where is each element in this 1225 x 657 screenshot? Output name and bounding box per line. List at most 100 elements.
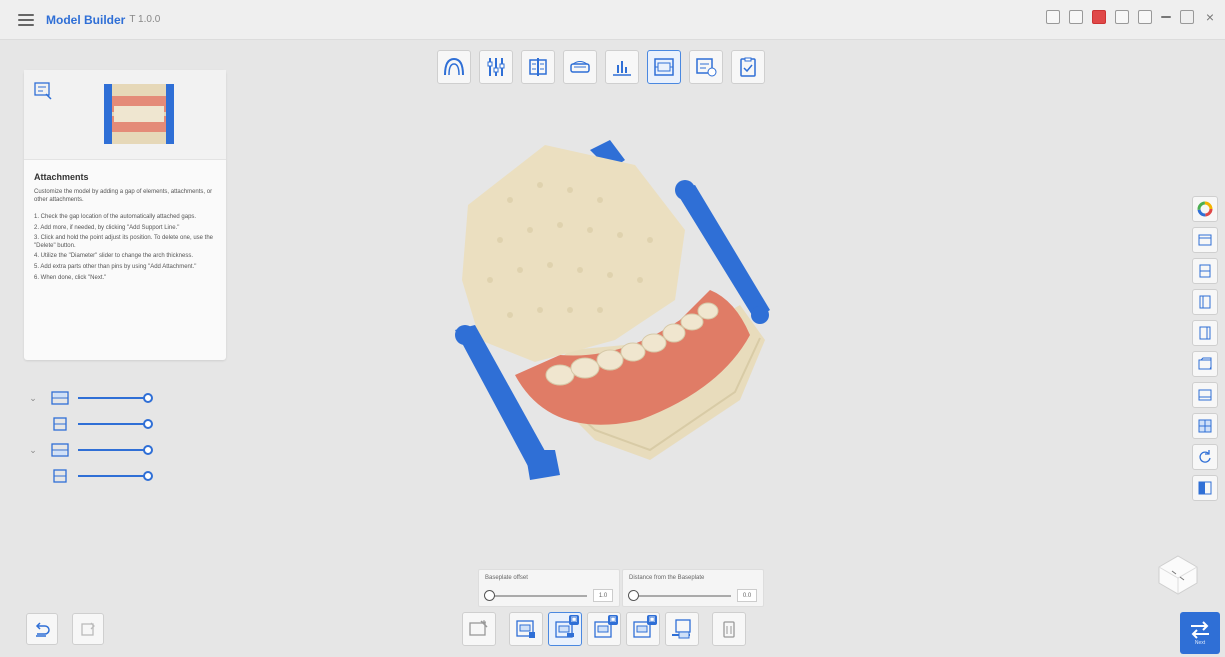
- chevron-down-icon[interactable]: ⌄: [26, 445, 40, 456]
- reset-view-button[interactable]: [1192, 444, 1218, 470]
- distance-value[interactable]: 0.0: [737, 589, 757, 602]
- connector-button[interactable]: [665, 612, 699, 646]
- view-front-icon: [1199, 264, 1211, 278]
- baseplate-offset-slider[interactable]: [489, 595, 587, 597]
- menu-icon[interactable]: [18, 13, 34, 26]
- lower-base-row: [26, 463, 166, 489]
- 3d-dental-model[interactable]: [420, 130, 800, 490]
- guide-preview: [24, 70, 226, 160]
- lower-base-opacity-slider[interactable]: [78, 471, 153, 481]
- help-icon[interactable]: [1138, 10, 1152, 24]
- upper-base-opacity-slider[interactable]: [78, 419, 153, 429]
- slider-handle[interactable]: [484, 590, 495, 601]
- guide-step: 6. When done, click "Next.": [34, 274, 107, 281]
- redo-icon: [81, 622, 95, 636]
- baseplate-offset-value[interactable]: 1.0: [593, 589, 613, 602]
- trim-step-button[interactable]: [521, 50, 555, 84]
- slider-handle[interactable]: [143, 471, 153, 481]
- base-icon: [570, 61, 590, 73]
- baseplate-offset-control: Baseplate offset 1.0: [478, 569, 620, 607]
- guide-panel: Attachments Customize the model by addin…: [24, 70, 226, 360]
- distance-control: Distance from the Baseplate 0.0: [622, 569, 764, 607]
- adjust-icon: [487, 58, 505, 76]
- attachments-preview-image: [84, 82, 192, 146]
- attachments-step-button[interactable]: [647, 50, 681, 84]
- view-top-icon: [1198, 234, 1212, 246]
- guide-step: 1. Check the gap location of the automat…: [34, 214, 197, 220]
- transparency-button[interactable]: [1192, 475, 1218, 501]
- baseplate-offset-label: Baseplate offset: [485, 575, 528, 581]
- arch-step-button[interactable]: [437, 50, 471, 84]
- slider-handle[interactable]: [143, 419, 153, 429]
- color-button[interactable]: [1192, 196, 1218, 222]
- view-back-button[interactable]: [1192, 351, 1218, 377]
- close-icon[interactable]: ×: [1203, 10, 1217, 24]
- chevron-down-icon[interactable]: ⌄: [26, 393, 40, 404]
- attachment-type-4-button[interactable]: ▣: [626, 612, 660, 646]
- attachment-type-2-button[interactable]: ▣: [548, 612, 582, 646]
- add-attachment-button[interactable]: [462, 612, 496, 646]
- lower-base-icon[interactable]: [50, 468, 70, 484]
- next-arrows-icon: [1191, 620, 1209, 639]
- attachment-badge: ▣: [647, 615, 657, 625]
- color-wheel-icon: [1197, 201, 1213, 217]
- base-step-button[interactable]: [563, 50, 597, 84]
- upper-model[interactable]: [462, 145, 685, 362]
- collapse-guide-icon[interactable]: [34, 82, 54, 100]
- guide-steps: 1. Check the gap location of the automat…: [34, 214, 220, 282]
- view-left-button[interactable]: [1192, 289, 1218, 315]
- next-button[interactable]: Next: [1180, 612, 1220, 654]
- attachment-type-1-icon: [516, 620, 535, 638]
- trim-icon: [529, 58, 547, 76]
- undo-button[interactable]: [26, 613, 58, 645]
- split-view-button[interactable]: [1192, 413, 1218, 439]
- view-bottom-icon: [1198, 389, 1212, 401]
- layout-icon[interactable]: [1069, 10, 1083, 24]
- upper-base-icon[interactable]: [50, 416, 70, 432]
- attachment-type-1-button[interactable]: [509, 612, 543, 646]
- align-step-button[interactable]: [479, 50, 513, 84]
- view-front-button[interactable]: [1192, 258, 1218, 284]
- trash-icon: [723, 621, 735, 638]
- guide-description: Customize the model by adding a gap of e…: [34, 189, 213, 203]
- slider-handle[interactable]: [628, 590, 639, 601]
- distance-slider[interactable]: [633, 595, 731, 597]
- finish-step-button[interactable]: [731, 50, 765, 84]
- view-cube[interactable]: [1156, 553, 1200, 597]
- height-step-button[interactable]: [605, 50, 639, 84]
- slider-handle[interactable]: [143, 393, 153, 403]
- delete-button[interactable]: [712, 612, 746, 646]
- view-right-button[interactable]: [1192, 320, 1218, 346]
- screenshot-icon[interactable]: [1046, 10, 1060, 24]
- selected-badge: ▣: [569, 615, 579, 625]
- label-step-button[interactable]: [689, 50, 723, 84]
- view-bottom-button[interactable]: [1192, 382, 1218, 408]
- view-left-icon: [1199, 295, 1211, 309]
- upper-model-row: ⌄: [26, 385, 166, 411]
- app-title: Model Builder: [46, 12, 126, 27]
- add-attachment-icon: [469, 620, 488, 636]
- attachment-badge: ▣: [608, 615, 618, 625]
- upper-model-icon[interactable]: [50, 390, 70, 406]
- guide-step: 5. Add extra parts other than pins by us…: [34, 263, 197, 270]
- view-right-icon: [1199, 326, 1211, 340]
- maximize-icon[interactable]: [1180, 10, 1194, 24]
- slider-handle[interactable]: [143, 445, 153, 455]
- redo-button[interactable]: [72, 613, 104, 645]
- settings-icon[interactable]: [1115, 10, 1129, 24]
- rotate-icon: [1199, 450, 1211, 463]
- upper-model-opacity-slider[interactable]: [78, 393, 153, 403]
- attachment-type-3-button[interactable]: ▣: [587, 612, 621, 646]
- minimize-icon[interactable]: [1161, 16, 1171, 18]
- connector-icon: [672, 619, 691, 639]
- view-top-button[interactable]: [1192, 227, 1218, 253]
- lower-model-opacity-slider[interactable]: [78, 445, 153, 455]
- title-bar: Model Builder T 1.0.0 ×: [0, 0, 1225, 40]
- guide-step: 3. Click and hold the point adjust its p…: [34, 235, 214, 249]
- app-version: T 1.0.0: [129, 14, 161, 25]
- upper-base-row: [26, 411, 166, 437]
- record-icon[interactable]: [1092, 10, 1106, 24]
- arch-icon: [444, 57, 464, 76]
- lower-model-icon[interactable]: [50, 442, 70, 458]
- height-icon: [613, 61, 631, 76]
